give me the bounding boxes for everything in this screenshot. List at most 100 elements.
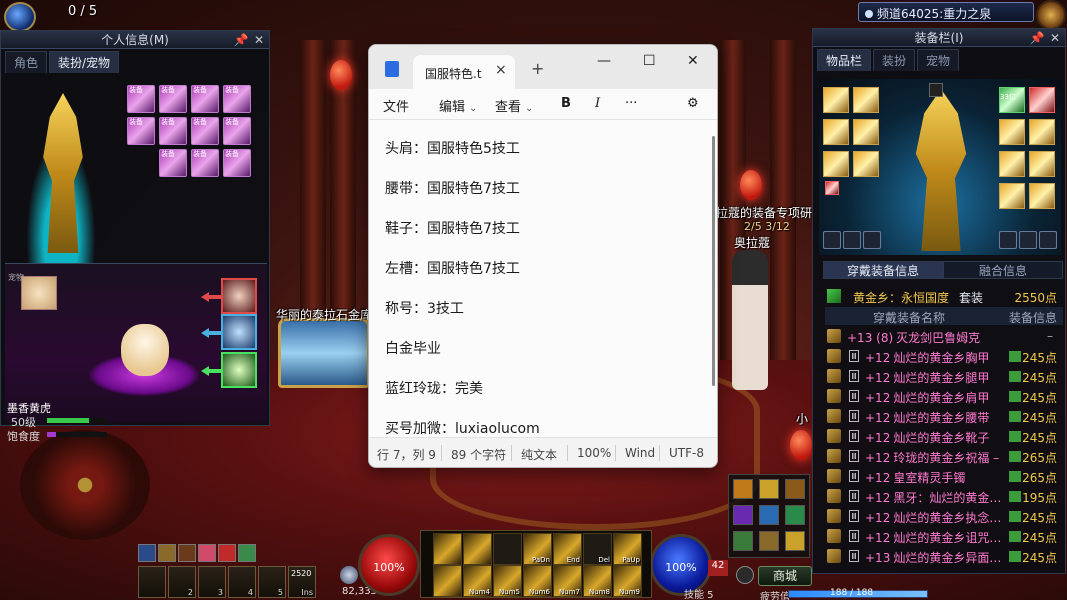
equipment-row[interactable]: Ⅲ +12 灿烂的黄金乡执念… 245点 bbox=[825, 507, 1063, 527]
buff-icon[interactable] bbox=[238, 544, 256, 562]
shield-icon[interactable] bbox=[1019, 231, 1037, 249]
quick-slot[interactable] bbox=[138, 566, 166, 598]
tab-pet[interactable]: 宠物 bbox=[917, 49, 960, 71]
buff-icon[interactable] bbox=[158, 544, 176, 562]
skill-slot[interactable]: Num7 bbox=[553, 565, 582, 597]
skill-slot[interactable]: Del bbox=[583, 533, 612, 565]
line-ending[interactable]: Wind bbox=[625, 446, 655, 460]
emblem-slot-icon[interactable] bbox=[929, 83, 943, 97]
equip-slot-bottom[interactable] bbox=[823, 119, 849, 145]
equipment-row[interactable]: Ⅲ +13 灿烂的黄金乡异面… 245点 bbox=[825, 547, 1063, 567]
pin-icon[interactable]: 📌 bbox=[233, 31, 249, 49]
equip-slot-creature[interactable] bbox=[1029, 87, 1055, 113]
skill-slot[interactable]: Num6 bbox=[523, 565, 552, 597]
skill-slot[interactable]: Num9 bbox=[613, 565, 642, 597]
equipment-row[interactable]: Ⅲ +12 灿烂的黄金乡靴子 245点 bbox=[825, 427, 1063, 447]
skill-tree-icon[interactable] bbox=[733, 505, 753, 525]
skill-slot[interactable]: Num8 bbox=[583, 565, 612, 597]
settings-icon[interactable] bbox=[999, 231, 1017, 249]
equipment-row[interactable]: +13 (8) 灭龙剑巴鲁姆克 – bbox=[825, 327, 1063, 347]
guild-icon[interactable] bbox=[733, 531, 753, 551]
equip-slot-necklace[interactable] bbox=[1029, 119, 1055, 145]
skill-slot[interactable]: Num5 bbox=[493, 565, 522, 597]
settings-icon[interactable] bbox=[759, 505, 779, 525]
notepad-tab[interactable]: 国服特色.t × bbox=[413, 55, 515, 89]
lock-icon[interactable] bbox=[863, 231, 881, 249]
menu-view[interactable]: 查看 ⌄ bbox=[495, 96, 533, 115]
quick-slot[interactable]: 4 bbox=[228, 566, 256, 598]
equipment-row[interactable]: Ⅲ +12 灿烂的黄金乡胸甲 245点 bbox=[825, 347, 1063, 367]
buff-icon[interactable] bbox=[138, 544, 156, 562]
close-icon[interactable]: ✕ bbox=[1047, 29, 1063, 47]
vertical-scrollbar[interactable] bbox=[712, 136, 715, 386]
menu-file[interactable]: 文件 bbox=[383, 96, 409, 115]
menu-edit[interactable]: 编辑 ⌄ bbox=[439, 96, 477, 115]
avatar-slot[interactable]: 装备 bbox=[159, 85, 187, 113]
pet-thumbnail[interactable] bbox=[21, 276, 57, 310]
mail-icon[interactable] bbox=[759, 531, 779, 551]
title-badge-icon[interactable] bbox=[825, 181, 839, 195]
skill-slot[interactable]: Num4 bbox=[463, 565, 492, 597]
equipment-row[interactable]: Ⅲ +12 黑牙：灿烂的黄金… 195点 bbox=[825, 487, 1063, 507]
equipment-row[interactable]: Ⅲ +12 灿烂的黄金乡腰带 245点 bbox=[825, 407, 1063, 427]
equip-slot-belt[interactable] bbox=[853, 119, 879, 145]
equip-slot-ring[interactable] bbox=[999, 151, 1025, 177]
ranking-icon[interactable] bbox=[733, 479, 753, 499]
skill-slot[interactable]: PaUp bbox=[613, 533, 642, 565]
tab-inventory[interactable]: 物品栏 bbox=[817, 49, 872, 71]
text-format[interactable]: 纯文本 bbox=[521, 446, 557, 463]
tab-avatar-pet[interactable]: 装扮/宠物 bbox=[49, 51, 120, 73]
bell-icon[interactable] bbox=[736, 566, 754, 584]
encoding[interactable]: UTF-8 bbox=[669, 446, 704, 460]
swap-icon[interactable] bbox=[823, 231, 841, 249]
equip-slot-bracelet[interactable] bbox=[999, 119, 1025, 145]
heart-icon[interactable] bbox=[198, 544, 216, 562]
tab-worn-equipment[interactable]: 穿戴装备信息 bbox=[823, 261, 943, 279]
avatar-slot[interactable]: 装备 bbox=[127, 85, 155, 113]
equipment-row[interactable]: Ⅲ +12 灿烂的黄金乡肩甲 245点 bbox=[825, 387, 1063, 407]
tab-close-icon[interactable]: × bbox=[495, 62, 507, 78]
clock-icon[interactable] bbox=[218, 544, 236, 562]
tab-avatar[interactable]: 装扮 bbox=[873, 49, 916, 71]
currency-icon[interactable] bbox=[759, 479, 779, 499]
avatar-slot[interactable]: 装备 bbox=[223, 117, 251, 145]
channel-indicator[interactable]: 频道64025:重力之泉 bbox=[858, 2, 1034, 22]
panel-title-bar[interactable]: 装备栏(I) 📌 ✕ bbox=[813, 29, 1065, 47]
tab-fusion-info[interactable]: 融合信息 bbox=[943, 261, 1063, 279]
minimize-button[interactable]: — bbox=[597, 53, 611, 69]
pin-icon[interactable]: 📌 bbox=[1029, 29, 1045, 47]
pet-equip-green[interactable] bbox=[221, 352, 257, 388]
equip-slot-shoes[interactable] bbox=[823, 151, 849, 177]
quick-slot[interactable]: 3 bbox=[198, 566, 226, 598]
avatar-slot[interactable]: 装备 bbox=[223, 149, 251, 177]
equip-slot-shoulder[interactable] bbox=[823, 87, 849, 113]
minimap-orb-icon[interactable] bbox=[4, 2, 36, 32]
settings-gear-icon[interactable]: ⚙ bbox=[687, 96, 699, 111]
equipment-row[interactable]: Ⅲ +12 玲珑的黄金乡祝福 – 265点 bbox=[825, 447, 1063, 467]
tab-character[interactable]: 角色 bbox=[5, 51, 48, 73]
equip-slot-magicstone[interactable] bbox=[999, 183, 1025, 209]
pet-equip-blue[interactable] bbox=[221, 314, 257, 350]
avatar-slot[interactable]: 装备 bbox=[223, 85, 251, 113]
equipment-row[interactable]: Ⅲ +12 皇室精灵手镯 265点 bbox=[825, 467, 1063, 487]
treasure-chest[interactable] bbox=[278, 318, 370, 388]
skill-slot[interactable] bbox=[433, 565, 462, 597]
avatar-slot[interactable]: 装备 bbox=[127, 117, 155, 145]
equipment-row[interactable]: Ⅲ +12 灿烂的黄金乡腿甲 245点 bbox=[825, 367, 1063, 387]
skill-slot[interactable]: PaDn bbox=[523, 533, 552, 565]
quick-slot[interactable]: Ins 2520 bbox=[288, 566, 316, 598]
maximize-button[interactable]: ☐ bbox=[643, 53, 656, 69]
more-options-icon[interactable]: ··· bbox=[625, 96, 637, 111]
buff-icon[interactable] bbox=[178, 544, 196, 562]
quick-slot[interactable]: 5 bbox=[258, 566, 286, 598]
equip-slot-earring[interactable] bbox=[1029, 183, 1055, 209]
notepad-titlebar[interactable]: 国服特色.t × + — ☐ ✕ bbox=[369, 45, 717, 89]
ticket-icon[interactable] bbox=[785, 505, 805, 525]
new-tab-button[interactable]: + bbox=[531, 59, 544, 78]
gear-icon[interactable] bbox=[785, 479, 805, 499]
avatar-slot[interactable]: 装备 bbox=[159, 117, 187, 145]
avatar-slot-empty[interactable] bbox=[127, 149, 155, 177]
notepad-editor[interactable]: 头肩：国服特色5技工 腰带：国服特色7技工 鞋子：国服特色7技工 左槽：国服特色… bbox=[369, 119, 717, 439]
panel-title-bar[interactable]: 个人信息(M) 📌 ✕ bbox=[1, 31, 269, 49]
equipment-row[interactable]: Ⅲ +12 灿烂的黄金乡诅咒… 245点 bbox=[825, 527, 1063, 547]
